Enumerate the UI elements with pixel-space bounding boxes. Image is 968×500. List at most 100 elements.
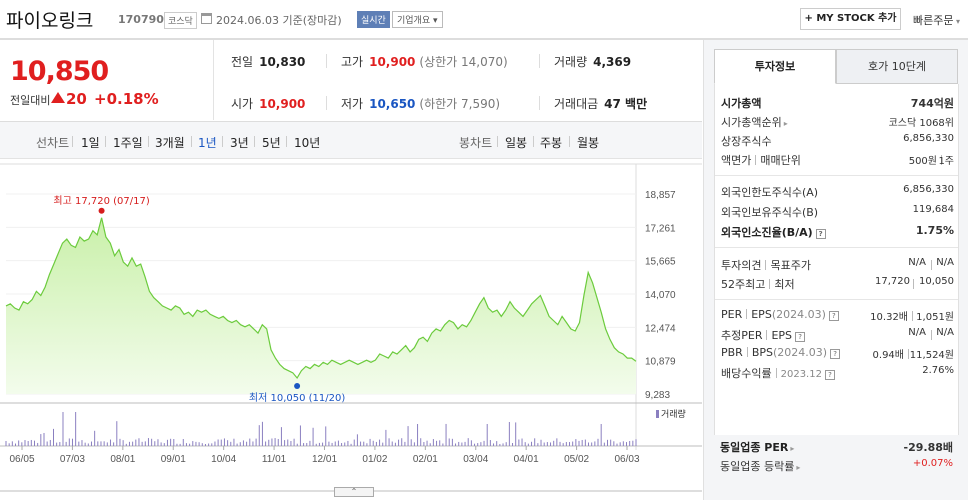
chevron-down-icon: ▾ [953, 17, 961, 26]
divider [326, 96, 327, 110]
candle-weekly[interactable]: 주봉 [540, 134, 562, 151]
up-arrow-icon [51, 92, 65, 103]
x-tick-label: 03/04 [463, 454, 488, 465]
caret-right-icon: ▸ [783, 119, 788, 128]
realtime-button[interactable]: 실시간 [357, 11, 390, 28]
price-area [6, 217, 636, 394]
help-icon[interactable]: ? [795, 332, 806, 342]
volume-legend: 거래량 [656, 407, 686, 420]
divider [533, 136, 534, 147]
min-annotation: 최저 10,050 (11/20) [249, 392, 345, 404]
x-tick-label: 04/01 [514, 454, 539, 465]
period-5y[interactable]: 5년 [262, 134, 281, 151]
caret-right-icon: ▸ [790, 444, 795, 453]
stat-low: 저가 10,650 (하한가 7,590) [341, 97, 501, 111]
candle-daily[interactable]: 일봉 [505, 134, 527, 151]
stat-amount: 거래대금 47 백만 [554, 97, 648, 111]
x-tick-label: 02/01 [413, 454, 438, 465]
stat-volume: 거래량 4,369 [554, 55, 632, 69]
change-percent: +0.18% [94, 90, 159, 108]
change-label: 전일대비 [10, 94, 51, 107]
period-1y[interactable]: 1년 [198, 134, 217, 151]
stat-prev-close: 전일 10,830 [231, 55, 306, 69]
period-1w[interactable]: 1주일 [113, 134, 143, 151]
max-point [98, 207, 105, 214]
row-pbr: PBR BPS(2024.03)? 0.94배 11,524원 [721, 346, 954, 361]
tab-investment-info[interactable]: 투자정보 [714, 49, 836, 84]
help-icon[interactable]: ? [815, 229, 826, 239]
row-opinion: 투자의견 목표주가 N/A N/A [721, 257, 954, 272]
row-52week: 52주최고 최저 17,720 10,050 [721, 276, 954, 291]
stat-open: 시가 10,900 [231, 97, 306, 111]
panel-tabs: 투자정보 호가 10단계 [714, 49, 959, 84]
row-par-value: 액면가 매매단위 500원 1주 [721, 154, 954, 167]
period-3y[interactable]: 3년 [230, 134, 249, 151]
price-chart-svg: 18,857 17,261 15,665 14,070 12,474 10,879 9,28… [0, 163, 702, 492]
divider [148, 136, 149, 147]
x-tick-label: 06/05 [9, 454, 34, 465]
row-listed-shares: 상장주식수 6,856,330 [721, 133, 954, 148]
min-point [294, 382, 301, 389]
current-price: 10,850 [10, 56, 109, 87]
x-tick-label: 09/01 [161, 454, 186, 465]
row-foreign-ratio: 외국인소진율(B/A)? 1.75% [721, 224, 954, 239]
x-tick-label: 11/01 [262, 454, 287, 465]
y-tick-label: 9,283 [645, 390, 670, 401]
divider [326, 54, 327, 68]
price-chart[interactable]: 18,857 17,261 15,665 14,070 12,474 10,879 9,28… [0, 160, 702, 500]
x-tick-label: 05/02 [564, 454, 589, 465]
help-icon[interactable]: ? [824, 370, 835, 380]
period-selector: 선차트 1일 1주일 3개월 1년 3년 5년 10년 봉차트 일봉 주봉 월봉 [0, 121, 702, 159]
divider [539, 54, 540, 68]
y-tick-label: 10,879 [645, 357, 676, 368]
divider [105, 136, 106, 147]
caret-right-icon: ▸ [796, 463, 801, 472]
divider [539, 96, 540, 110]
quick-order-link[interactable]: 빠른주문 ▾ [913, 12, 960, 28]
row-est-per: 추정PER EPS? N/A N/A [721, 327, 954, 342]
investment-panel: 투자정보 호가 10단계 시가총액 744억원 시가총액순위 ▸ 코스닥 1068… [703, 40, 968, 500]
sector-info: 동일업종 PER ▸ -29.88배 동일업종 등락률 ▸ +0.07% [714, 435, 959, 479]
stat-high: 고가 10,900 (상한가 14,070) [341, 55, 508, 69]
x-tick-label: 08/01 [110, 454, 135, 465]
candle-monthly[interactable]: 월봉 [577, 134, 599, 151]
y-tick-label: 14,070 [645, 290, 676, 301]
divider [286, 136, 287, 147]
period-3m[interactable]: 3개월 [155, 134, 185, 151]
row-foreign-holding: 외국인보유주식수(B) 119,684 [721, 204, 954, 219]
candle-chart-label: 봉차트 [459, 136, 493, 150]
date-label: 2024.06.03 기준(장마감) [216, 14, 342, 27]
stock-header: 파이오링크 170790 코스닥 2024.06.03 기준(장마감) 실시간 … [0, 0, 968, 40]
company-overview-dropdown[interactable]: 기업개요 ▾ [392, 11, 443, 28]
change-value: 20 [66, 90, 87, 108]
divider [191, 136, 192, 147]
row-market-cap-rank: 시가총액순위 ▸ 코스닥 1068위 [721, 116, 954, 129]
period-10y[interactable]: 10년 [294, 134, 320, 151]
divider [569, 136, 570, 147]
tab-orderbook-10[interactable]: 호가 10단계 [836, 49, 958, 84]
y-tick-label: 15,665 [645, 257, 676, 268]
x-tick-label: 01/02 [362, 454, 387, 465]
row-sector-per: 동일업종 PER ▸ -29.88배 [720, 441, 953, 454]
divider [715, 299, 958, 300]
max-annotation: 최고 17,720 (07/17) [53, 195, 149, 207]
period-1d[interactable]: 1일 [81, 134, 100, 151]
add-mystock-button[interactable]: + MY STOCK 추가 [800, 8, 901, 30]
calendar-icon [201, 13, 212, 24]
y-tick-label: 17,261 [645, 223, 676, 234]
x-tick-label: 06/03 [614, 454, 639, 465]
stock-code: 170790 [118, 13, 164, 26]
help-icon[interactable]: ? [830, 349, 841, 359]
line-chart-label: 선차트 [36, 136, 70, 150]
chevron-up-icon[interactable]: ⌃ [334, 487, 374, 497]
x-tick-label: 12/01 [312, 454, 337, 465]
chevron-down-icon: ▾ [433, 16, 438, 26]
row-sector-change: 동일업종 등락률 ▸ +0.07% [720, 458, 953, 473]
row-foreign-limit: 외국인한도주식수(A) 6,856,330 [721, 184, 954, 199]
stock-name: 파이오링크 [6, 10, 94, 32]
row-dividend: 배당수익률 2023.12? 2.76% [721, 365, 954, 380]
divider [222, 136, 223, 147]
investment-info-table: 시가총액 744억원 시가총액순위 ▸ 코스닥 1068위 상장주식수 6,856… [714, 84, 959, 436]
help-icon[interactable]: ? [828, 311, 839, 321]
row-per: PER EPS(2024.03)? 10.32배 1,051원 [721, 308, 954, 323]
